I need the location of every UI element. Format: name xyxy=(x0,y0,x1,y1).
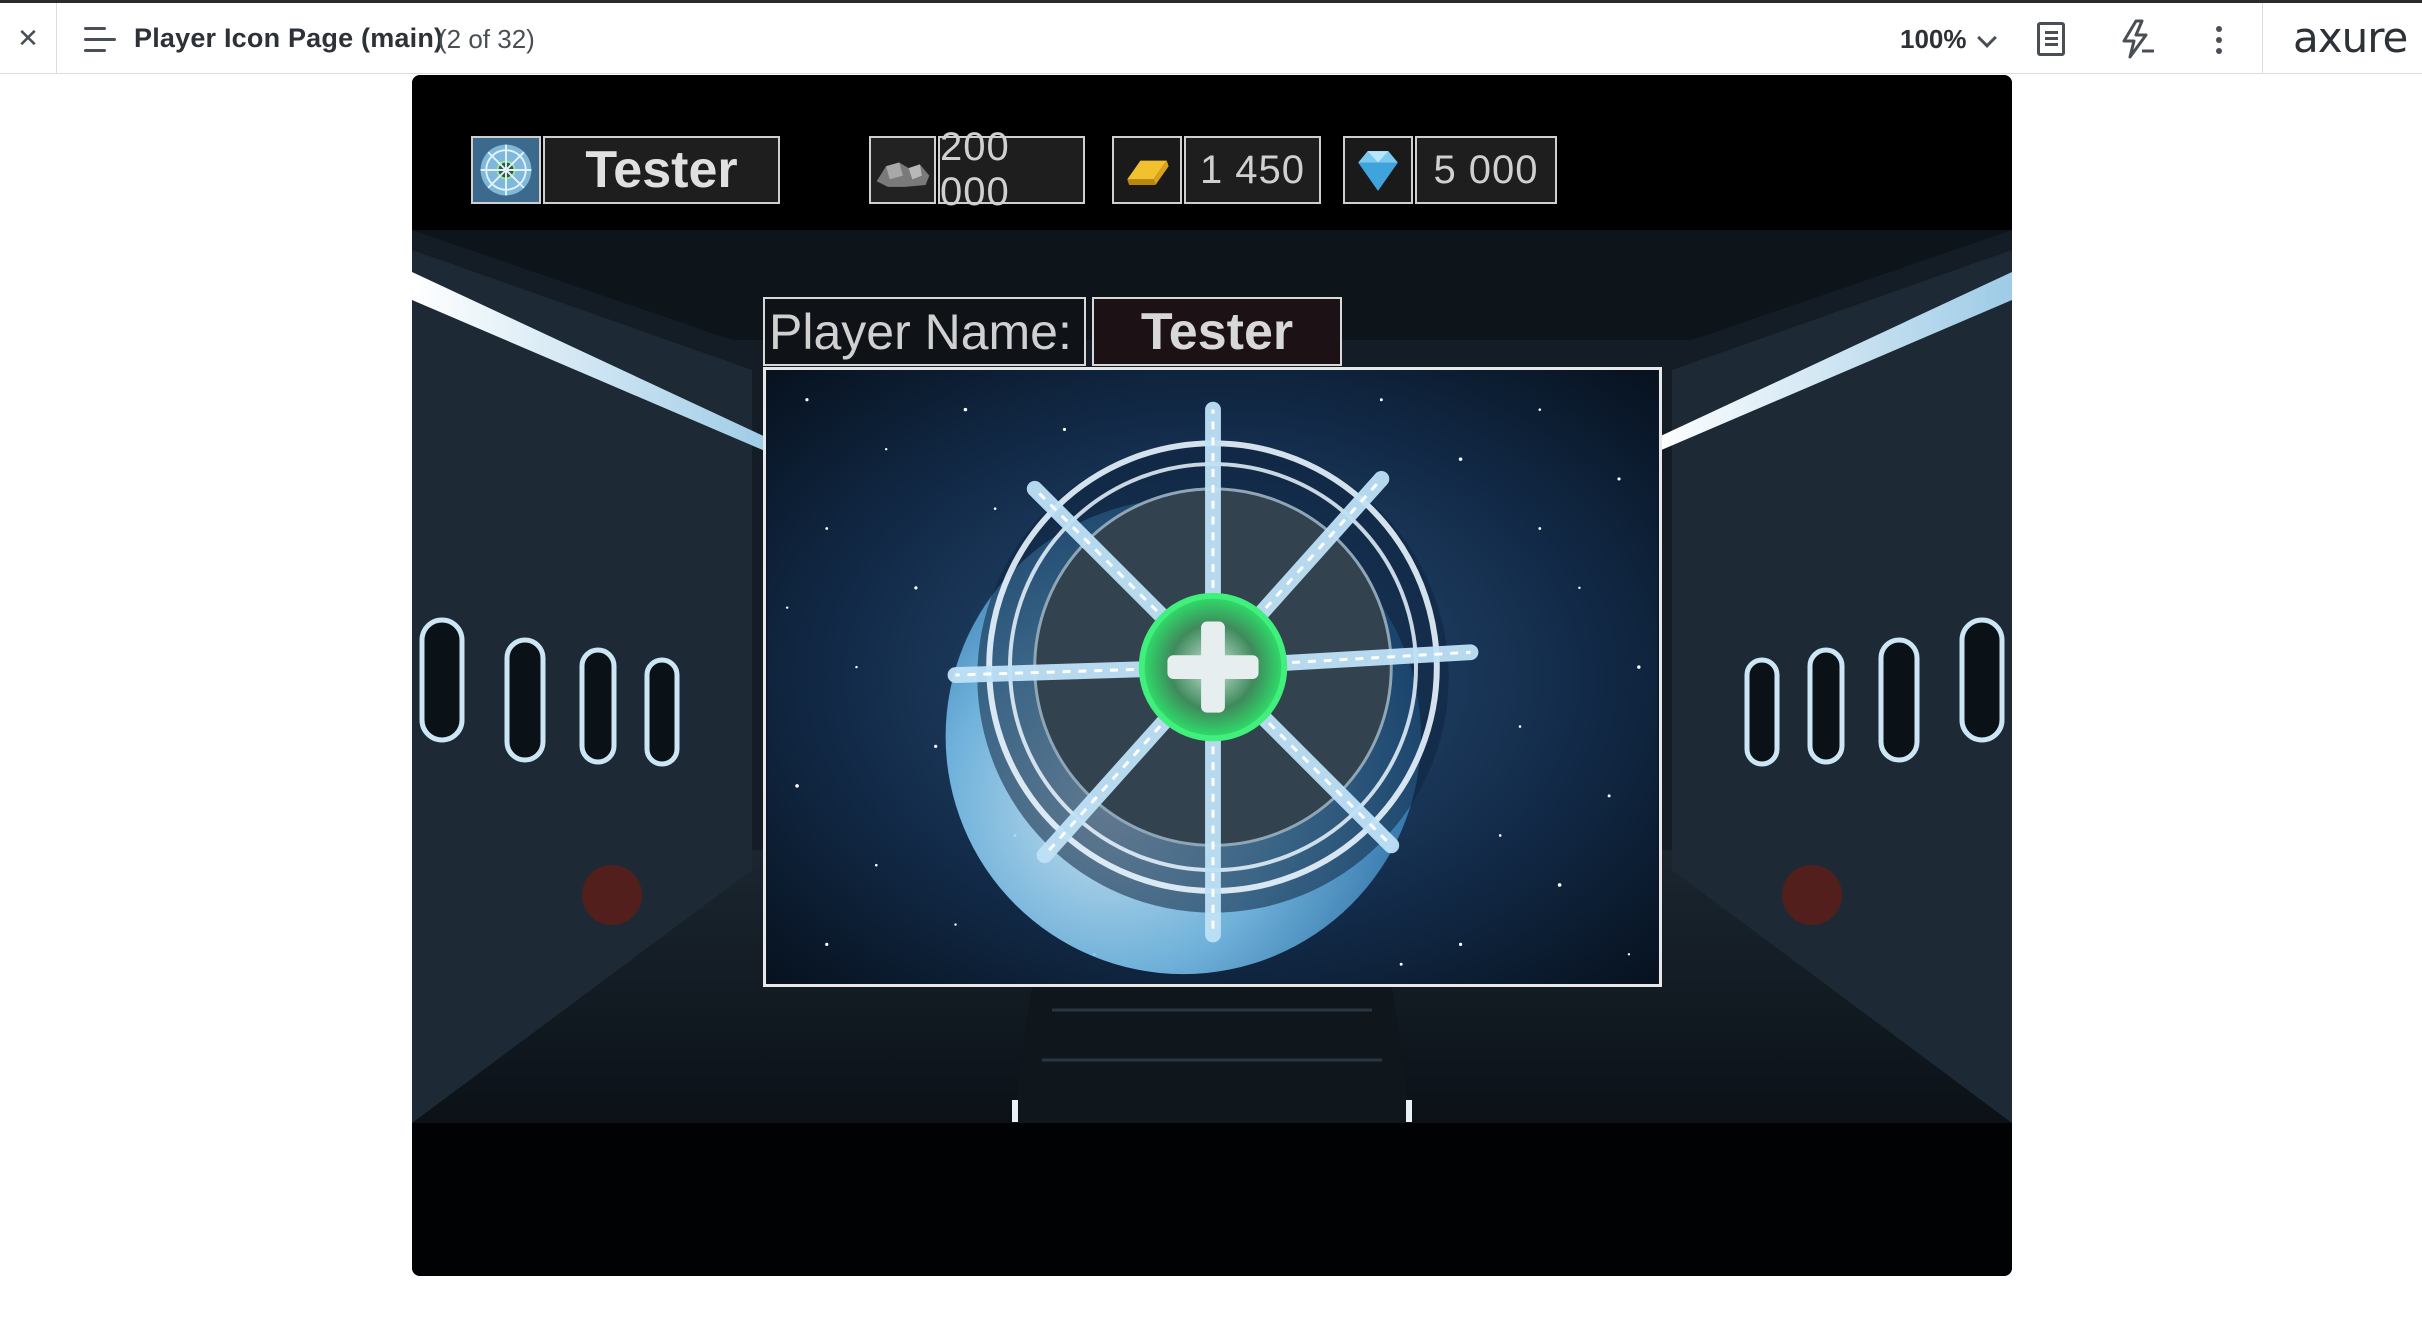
axure-logo[interactable]: axure xyxy=(2293,13,2408,62)
notes-icon[interactable] xyxy=(2037,22,2065,56)
gold-amount: 1 450 xyxy=(1184,136,1321,204)
page-count: (2 of 32) xyxy=(438,24,535,54)
zoom-dropdown[interactable]: 100% xyxy=(1900,24,1967,55)
bottom-bar xyxy=(412,1123,2012,1276)
chevron-down-icon[interactable] xyxy=(1977,28,1997,48)
space-station-thumb-icon xyxy=(473,138,539,202)
close-button[interactable]: ✕ xyxy=(0,3,57,74)
player-name-value[interactable]: Tester xyxy=(1092,297,1342,366)
space-station-icon xyxy=(767,370,1658,984)
sitemap-menu-icon[interactable] xyxy=(84,27,116,53)
page-title[interactable]: Player Icon Page (main) xyxy=(134,23,443,54)
logo-area: axure xyxy=(2262,3,2422,74)
player-name-display: Tester xyxy=(543,136,780,204)
ore-amount: 200 000 xyxy=(938,125,1085,214)
axure-toolbar: ✕ Player Icon Page (main) (2 of 32) 100%… xyxy=(0,0,2422,74)
close-icon: ✕ xyxy=(17,23,39,54)
more-options-icon[interactable] xyxy=(2216,26,2224,56)
ore-icon xyxy=(869,136,936,204)
player-name-label: Player Name: xyxy=(763,297,1086,366)
diamond-amount: 5 000 xyxy=(1415,136,1557,204)
player-icon-image[interactable] xyxy=(763,367,1662,987)
diamond-icon xyxy=(1343,136,1413,204)
gold-bar-icon xyxy=(1112,136,1182,204)
interactions-icon[interactable] xyxy=(2118,19,2156,59)
player-avatar-thumb[interactable] xyxy=(471,136,541,204)
prototype-canvas: Tester 200 000 1 450 5 000 Player Name: … xyxy=(412,75,2012,1276)
